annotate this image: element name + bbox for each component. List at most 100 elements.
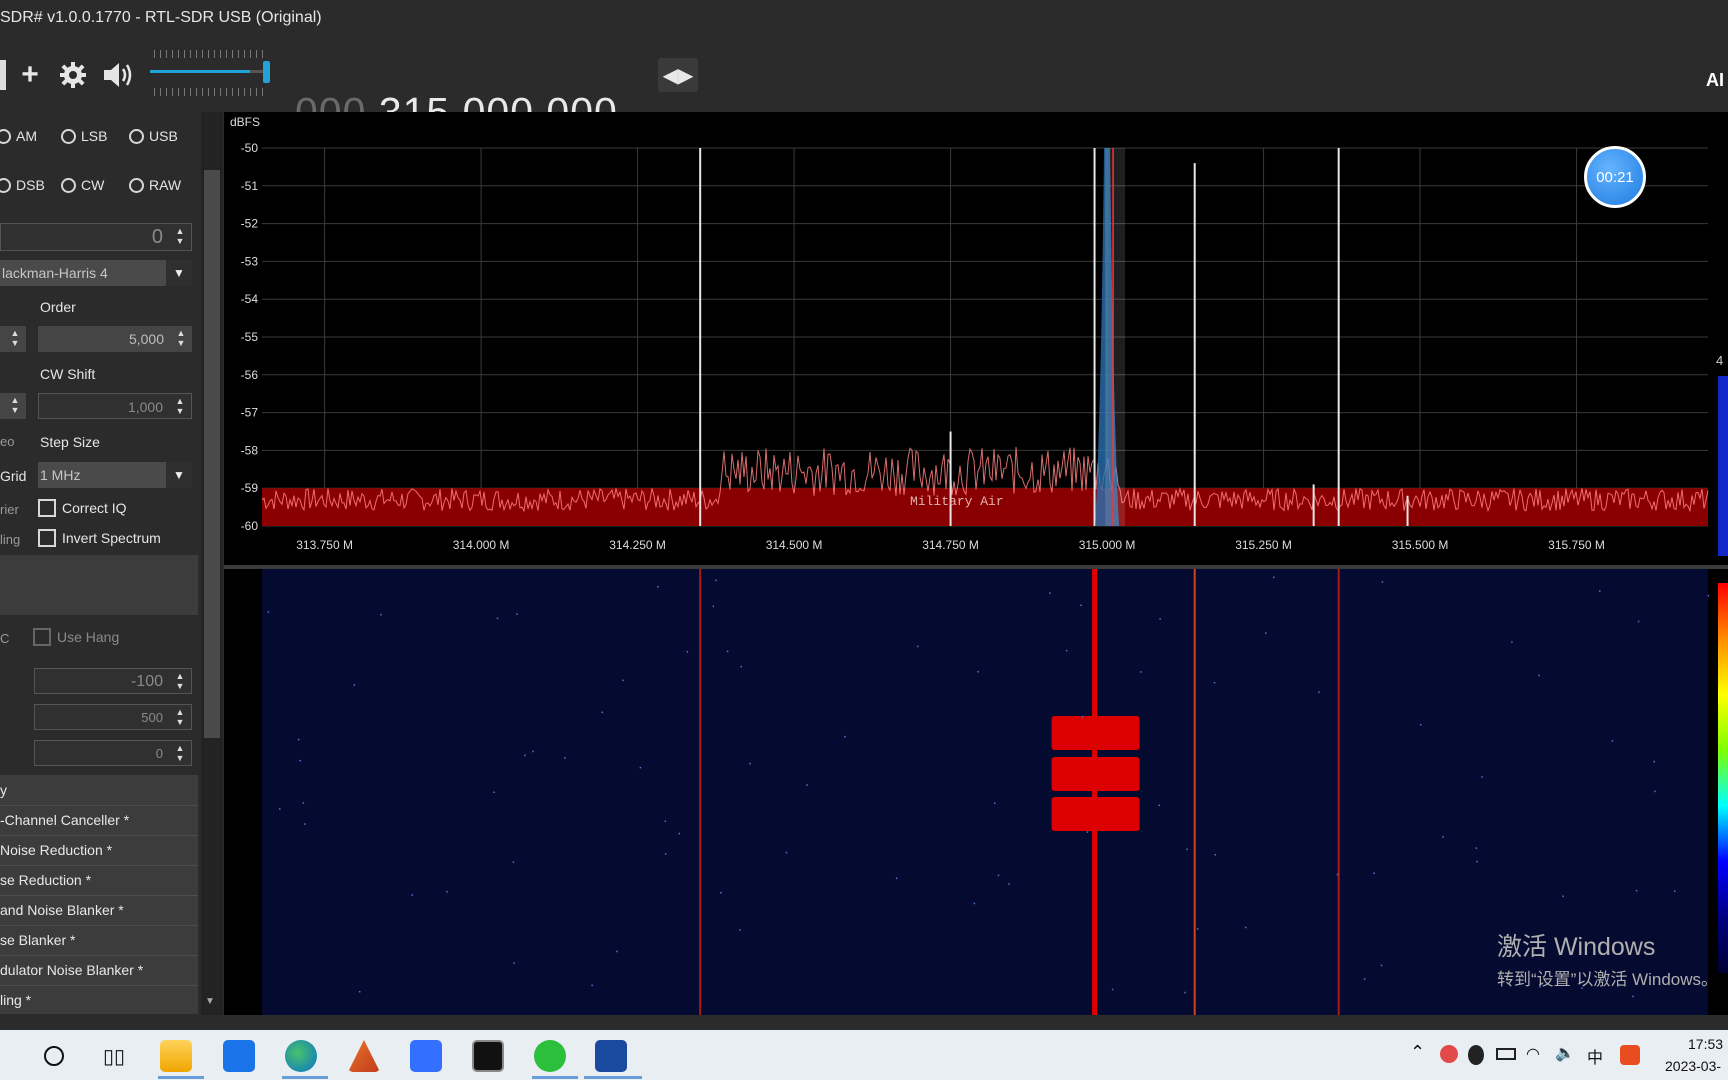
wechat-icon[interactable] — [534, 1040, 566, 1072]
clock-date[interactable]: 2023-03- — [1665, 1058, 1721, 1074]
snap-label: eo — [0, 434, 15, 449]
noise-speck — [1481, 776, 1483, 778]
menu-button[interactable] — [0, 60, 6, 90]
spin-arrows-icon[interactable]: ▲ ▼ — [173, 743, 187, 765]
spectrum-chart[interactable]: dBFS -50 -51 -52 -53 -54 -55 -56 -57 -58 -59 -60 313… — [224, 112, 1728, 565]
scrollbar-thumb[interactable] — [204, 170, 220, 738]
tray-chevron-up-icon[interactable]: ⌃ — [1410, 1042, 1425, 1063]
plugin-header[interactable]: y — [0, 775, 198, 806]
input-method-icon[interactable]: 中 — [1587, 1044, 1603, 1068]
file-explorer-icon[interactable] — [160, 1040, 192, 1072]
tuning-arrows-icon[interactable]: ◀▶ — [658, 58, 698, 92]
tray-qq-icon[interactable] — [1468, 1045, 1484, 1065]
plugin-item[interactable]: and Noise Blanker * — [0, 895, 198, 926]
cw-shift-label: CW Shift — [40, 366, 96, 382]
mode-cw-radio[interactable]: CW — [61, 177, 104, 193]
edge-icon[interactable] — [285, 1040, 317, 1072]
spectrum-level-bar — [1718, 376, 1728, 556]
mode-am-radio[interactable]: AM — [0, 128, 37, 144]
spin-arrows-icon[interactable]: ▲ ▼ — [173, 671, 187, 693]
x-tick-label: 314.000 M — [453, 538, 510, 552]
mail-icon[interactable] — [223, 1040, 255, 1072]
radio-circle-icon — [61, 177, 76, 193]
x-tick-label: 315.250 M — [1235, 538, 1292, 552]
noise-speck — [1214, 854, 1216, 856]
order-field[interactable]: 5,000 ▲ ▼ — [38, 326, 192, 352]
checkbox-icon — [38, 529, 56, 547]
mode-raw-radio[interactable]: RAW — [129, 177, 181, 193]
speaker-icon[interactable] — [100, 58, 136, 92]
y-tick-label: -52 — [241, 217, 259, 231]
bandwidth-field[interactable]: ▲ ▼ — [0, 326, 26, 352]
panel-header[interactable] — [0, 555, 198, 615]
y-tick-label: -50 — [241, 141, 259, 155]
scroll-down-icon[interactable]: ▼ — [205, 996, 215, 1007]
noise-speck — [591, 984, 593, 987]
spin-arrows-icon[interactable]: ▲ ▼ — [173, 226, 187, 248]
agc-threshold-field[interactable]: -100 ▲ ▼ — [34, 668, 192, 694]
plugin-item[interactable]: -Channel Canceller * — [0, 805, 198, 836]
feishu-icon[interactable] — [410, 1040, 442, 1072]
noise-speck — [749, 762, 751, 765]
gear-icon[interactable] — [56, 58, 90, 92]
spin-arrows-icon[interactable]: ▲ ▼ — [8, 395, 22, 417]
carrier-label: rier — [0, 502, 19, 517]
volume-thumb[interactable] — [263, 61, 270, 83]
squelch-field[interactable]: ▲ ▼ — [0, 393, 26, 419]
clock-time[interactable]: 17:53 — [1688, 1036, 1723, 1052]
terminal-icon[interactable] — [472, 1040, 504, 1072]
plugin-item[interactable]: Noise Reduction * — [0, 835, 198, 866]
window-function-select[interactable]: lackman-Harris 4 ▼ — [0, 260, 192, 286]
volume-slider[interactable] — [150, 50, 272, 96]
search-icon[interactable] — [38, 1040, 70, 1072]
noise-speck — [1213, 681, 1216, 684]
matlab-icon[interactable] — [348, 1040, 380, 1072]
x-tick-label: 314.750 M — [922, 538, 979, 552]
agc-slope-field[interactable]: 0 ▲ ▼ — [34, 740, 192, 766]
noise-speck — [601, 711, 604, 714]
spectrum-analyzer[interactable]: dBFS -50 -51 -52 -53 -54 -55 -56 -57 -58 -59 -60 313… — [224, 112, 1728, 565]
correct-iq-checkbox[interactable]: Correct IQ — [38, 499, 127, 517]
burst-block — [1051, 757, 1140, 791]
volume-tray-icon[interactable]: 🔈 — [1555, 1043, 1575, 1063]
shift-field[interactable]: 0 ▲ ▼ — [0, 223, 192, 251]
noise-speck — [686, 651, 689, 653]
tray-app-icon[interactable] — [1440, 1045, 1458, 1063]
noise-speck — [297, 738, 300, 741]
plugin-item[interactable]: dulator Noise Blanker * — [0, 955, 198, 986]
battery-icon[interactable] — [1496, 1048, 1516, 1060]
spin-arrows-icon[interactable]: ▲ ▼ — [173, 707, 187, 729]
plugin-item[interactable]: se Reduction * — [0, 865, 198, 896]
plugin-item[interactable]: se Blanker * — [0, 925, 198, 956]
add-icon[interactable]: + — [15, 58, 45, 92]
watermark-title: 激活 Windows — [1497, 933, 1656, 961]
recording-timer[interactable]: 00:21 — [1584, 146, 1646, 208]
cw-shift-field[interactable]: 1,000 ▲ ▼ — [38, 393, 192, 419]
mode-usb-radio[interactable]: USB — [129, 128, 178, 144]
filtering-label: ling — [0, 532, 21, 547]
task-view-icon[interactable]: ▯▯ — [98, 1040, 130, 1072]
noise-speck — [1081, 716, 1084, 718]
sdrsharp-icon[interactable] — [595, 1040, 627, 1072]
invert-spectrum-checkbox[interactable]: Invert Spectrum — [38, 529, 161, 547]
plugin-item[interactable]: ling * — [0, 985, 198, 1015]
use-hang-checkbox[interactable]: Use Hang — [33, 628, 119, 646]
y-tick-label: -57 — [241, 406, 259, 420]
agc-decay-field[interactable]: 500 ▲ ▼ — [34, 704, 192, 730]
step-size-select[interactable]: 1 MHz ▼ — [38, 462, 192, 488]
noise-speck — [1538, 674, 1540, 677]
band-label: Military Air — [910, 494, 1004, 509]
noise-speck — [267, 611, 270, 613]
mode-dsb-radio[interactable]: DSB — [0, 177, 45, 193]
spin-arrows-icon[interactable]: ▲ ▼ — [173, 396, 187, 418]
wechat-indicator — [532, 1076, 578, 1079]
spin-arrows-icon[interactable]: ▲ ▼ — [174, 328, 188, 350]
spin-arrows-icon[interactable]: ▲ ▼ — [8, 328, 22, 350]
noise-speck — [1373, 872, 1375, 875]
wifi-icon[interactable]: ◠ — [1526, 1044, 1540, 1064]
mode-lsb-radio[interactable]: LSB — [61, 128, 107, 144]
wps-icon[interactable] — [1620, 1045, 1640, 1065]
checkbox-icon — [33, 628, 51, 646]
radio-circle-icon — [129, 128, 144, 144]
noise-speck — [997, 874, 1000, 877]
